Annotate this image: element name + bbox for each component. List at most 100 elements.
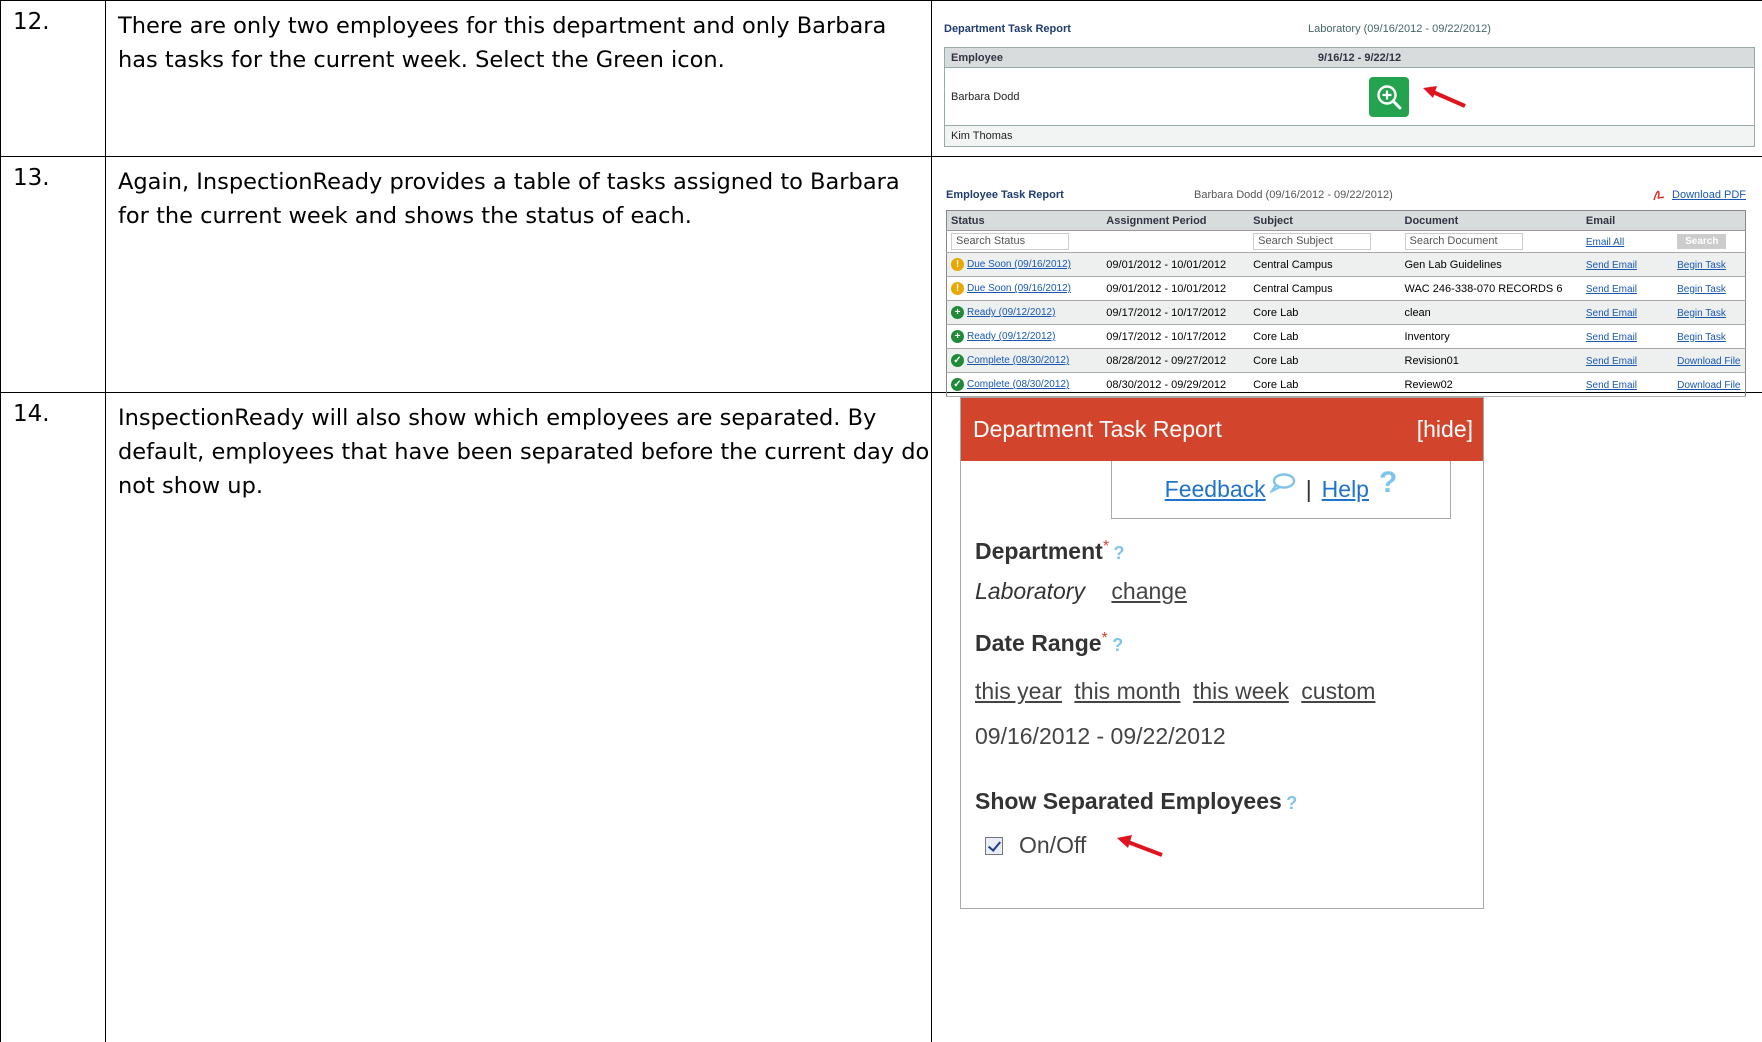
- column-week: 9/16/12 - 9/22/12: [1317, 51, 1402, 64]
- step-number: 14.: [0, 392, 106, 1042]
- search-subject-input[interactable]: Search Subject: [1253, 233, 1372, 250]
- toggle-label: On/Off: [1019, 832, 1087, 858]
- red-arrow-icon: [1423, 85, 1466, 108]
- question-icon: ?: [1378, 465, 1398, 499]
- change-link[interactable]: change: [1111, 578, 1186, 604]
- step-text: There are only two employees for this de…: [105, 0, 932, 157]
- table-row: + Ready (09/12/2012) 09/17/2012 - 10/17/2…: [946, 324, 1746, 349]
- employee-grid: Employee 9/16/12 - 9/22/12 Barbara Dodd: [944, 47, 1755, 147]
- table-row: ! Due Soon (09/16/2012) 09/01/2012 - 10/0…: [946, 252, 1746, 277]
- column-header: Subject: [1249, 210, 1401, 231]
- check-circle-icon: ✓: [951, 354, 964, 368]
- department-value: Laboratory: [975, 578, 1085, 604]
- help-link[interactable]: Help: [1322, 476, 1369, 503]
- step-text: InspectionReady will also show which emp…: [105, 392, 932, 1042]
- this-year-link[interactable]: this year: [975, 678, 1062, 704]
- employee-name: Barbara Dodd: [951, 90, 1020, 103]
- begin-task-link[interactable]: Begin Task: [1677, 332, 1726, 343]
- report-range: Laboratory (09/16/2012 - 09/22/2012): [1308, 23, 1491, 35]
- separated-checkbox[interactable]: [985, 836, 1003, 855]
- begin-task-link[interactable]: Begin Task: [1677, 260, 1726, 271]
- separated-label: Show Separated Employees: [975, 788, 1282, 814]
- search-button[interactable]: Search: [1677, 234, 1727, 249]
- question-icon[interactable]: ?: [1112, 635, 1123, 655]
- date-range-section: Date Range* ?: [975, 630, 1123, 657]
- column-header: Email: [1581, 210, 1674, 231]
- status-link[interactable]: Ready (09/12/2012): [967, 331, 1055, 342]
- table-row: Kim Thomas: [945, 126, 1754, 146]
- date-value: 09/16/2012 - 09/22/2012: [975, 723, 1226, 749]
- this-month-link[interactable]: this month: [1074, 678, 1180, 704]
- view-tasks-button[interactable]: [1369, 76, 1409, 117]
- feedback-link[interactable]: Feedback: [1165, 476, 1266, 503]
- search-status-input[interactable]: Search Status: [951, 233, 1069, 250]
- plus-circle-icon: +: [951, 306, 964, 320]
- subject: Core Lab: [1249, 348, 1401, 373]
- status-link[interactable]: Due Soon (09/16/2012): [967, 283, 1071, 294]
- send-email-link[interactable]: Send Email: [1586, 308, 1637, 319]
- subject: Core Lab: [1249, 300, 1401, 325]
- document: WAC 246-338-070 RECORDS 6: [1400, 276, 1582, 301]
- table-row: Barbara Dodd: [945, 68, 1754, 126]
- status-link[interactable]: Complete (08/30/2012): [967, 355, 1069, 366]
- column-header: Status: [946, 210, 1103, 231]
- column-employee: Employee: [951, 51, 1003, 64]
- filter-panel: Department Task Report [hide] Feedback |…: [960, 397, 1484, 909]
- step-number: 13.: [0, 156, 106, 393]
- download-pdf-link[interactable]: Download PDF: [1652, 188, 1746, 202]
- custom-link[interactable]: custom: [1301, 678, 1375, 704]
- department-section: Department* ?: [975, 538, 1125, 565]
- this-week-link[interactable]: this week: [1193, 678, 1289, 704]
- subject: Central Campus: [1249, 252, 1401, 277]
- column-header: [1673, 210, 1746, 231]
- send-email-link[interactable]: Send Email: [1586, 332, 1637, 343]
- status-link[interactable]: Due Soon (09/16/2012): [967, 259, 1071, 270]
- send-email-link[interactable]: Send Email: [1586, 260, 1637, 271]
- task-table: Status Assignment Period Subject Documen…: [946, 210, 1746, 397]
- send-email-link[interactable]: Send Email: [1586, 284, 1637, 295]
- email-all-link[interactable]: Email All: [1586, 237, 1624, 248]
- step-text: Again, InspectionReady provides a table …: [105, 156, 932, 393]
- required-marker: *: [1101, 630, 1108, 647]
- hide-link[interactable]: [hide]: [1417, 416, 1473, 443]
- date-range-label: Date Range: [975, 630, 1102, 656]
- status-link[interactable]: Ready (09/12/2012): [967, 307, 1055, 318]
- begin-task-link[interactable]: Begin Task: [1677, 284, 1726, 295]
- date-links-row: this year this month this week custom: [975, 678, 1375, 705]
- speech-bubble-icon: [1269, 472, 1295, 493]
- report-title: Department Task Report: [944, 23, 1071, 35]
- feedback-help-box: Feedback | Help ?: [1111, 461, 1451, 519]
- question-icon[interactable]: ?: [1114, 543, 1125, 563]
- question-icon[interactable]: ?: [1286, 793, 1297, 813]
- red-arrow-icon: [1117, 834, 1164, 857]
- screenshot-employee-report: Employee Task Report Barbara Dodd (09/16…: [931, 156, 1762, 397]
- screenshot-department-report: Department Task Report Laboratory (09/16…: [931, 0, 1762, 157]
- panel-header: Department Task Report [hide]: [961, 398, 1483, 461]
- download-file-link[interactable]: Download File: [1677, 356, 1740, 367]
- table-row: ✓ Complete (08/30/2012) 08/28/2012 - 09/2…: [946, 348, 1746, 373]
- subject: Core Lab: [1249, 324, 1401, 349]
- send-email-link[interactable]: Send Email: [1586, 380, 1637, 391]
- table-row: + Ready (09/12/2012) 09/17/2012 - 10/17/2…: [946, 300, 1746, 325]
- required-marker: *: [1102, 538, 1110, 555]
- zoom-in-icon: [1377, 84, 1402, 109]
- send-email-link[interactable]: Send Email: [1586, 356, 1637, 367]
- search-document-input[interactable]: Search Document: [1404, 233, 1523, 250]
- begin-task-link[interactable]: Begin Task: [1677, 308, 1726, 319]
- status-link[interactable]: Complete (08/30/2012): [967, 379, 1069, 390]
- panel-title: Department Task Report: [973, 416, 1222, 442]
- separated-section: Show Separated Employees ?: [975, 788, 1297, 815]
- table-row: ! Due Soon (09/16/2012) 09/01/2012 - 10/0…: [946, 276, 1746, 301]
- warning-icon: !: [951, 282, 964, 296]
- step-row: 13. Again, InspectionReady provides a ta…: [0, 156, 1762, 397]
- assignment-period: 08/28/2012 - 09/27/2012: [1102, 348, 1250, 373]
- document: Revision01: [1400, 348, 1582, 373]
- department-value-row: Laboratory change: [975, 578, 1187, 605]
- document: clean: [1400, 300, 1582, 325]
- warning-icon: !: [951, 258, 964, 272]
- column-header: Document: [1400, 210, 1582, 231]
- column-header: Assignment Period: [1102, 210, 1250, 231]
- download-file-link[interactable]: Download File: [1677, 380, 1740, 391]
- screenshot-filter-panel: Department Task Report [hide] Feedback |…: [931, 392, 1762, 1042]
- plus-circle-icon: +: [951, 330, 964, 344]
